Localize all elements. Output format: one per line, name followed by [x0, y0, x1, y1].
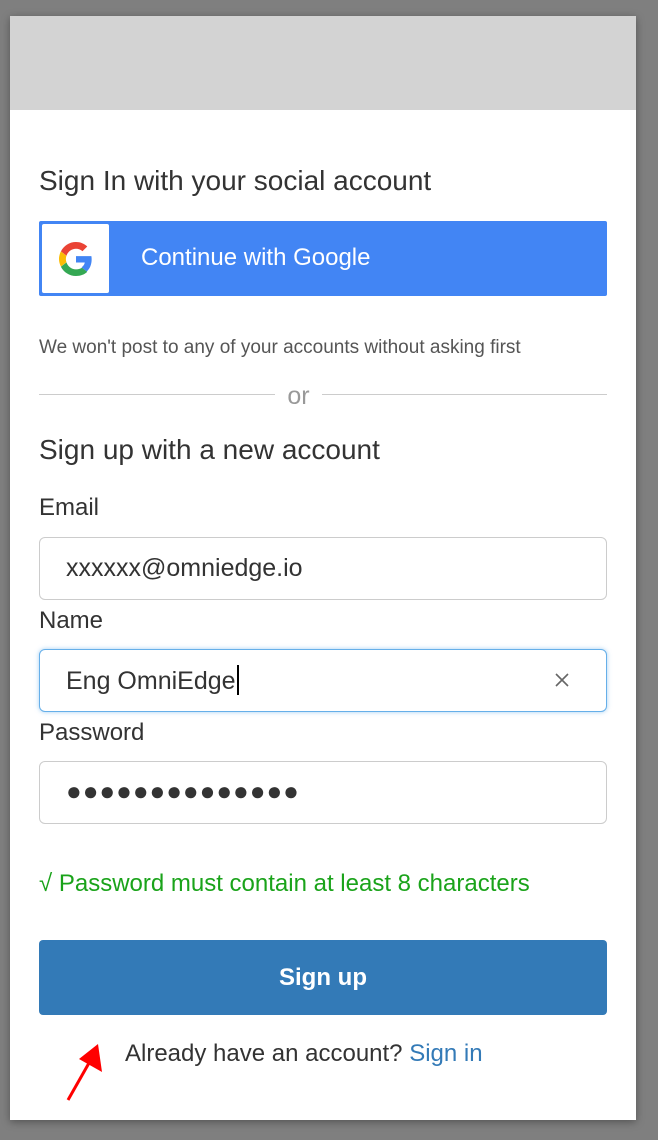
- name-label: Name: [39, 607, 104, 634]
- password-field[interactable]: ●●●●●●●●●●●●●●: [39, 761, 607, 824]
- text-caret: [236, 665, 239, 695]
- google-icon-container: [42, 224, 109, 293]
- divider-line-right: [322, 394, 607, 395]
- name-value: Eng OmniEdge: [66, 667, 236, 695]
- signup-heading: Sign up with a new account: [39, 434, 380, 465]
- card-header-banner: [10, 16, 636, 110]
- continue-with-google-button[interactable]: Continue with Google: [39, 221, 607, 296]
- social-signin-heading: Sign In with your social account: [39, 165, 432, 196]
- password-label: Password: [39, 719, 145, 746]
- divider-or-text: or: [287, 382, 310, 410]
- name-field[interactable]: Eng OmniEdge: [39, 649, 607, 712]
- email-value: xxxxxx@omniedge.io: [66, 554, 303, 582]
- signin-prompt-text: Already have an account?: [125, 1040, 403, 1067]
- privacy-notice: We won't post to any of your accounts wi…: [39, 337, 521, 358]
- signup-card: Sign In with your social account Continu…: [10, 16, 636, 1120]
- google-g-icon: [59, 242, 92, 276]
- email-field[interactable]: xxxxxx@omniedge.io: [39, 537, 607, 600]
- sign-up-button[interactable]: Sign up: [39, 940, 607, 1015]
- red-arrow-annotation-icon: [66, 1044, 102, 1101]
- clear-icon[interactable]: [550, 668, 574, 692]
- password-masked-value: ●●●●●●●●●●●●●●: [66, 776, 300, 806]
- email-label: Email: [39, 494, 100, 521]
- google-button-label: Continue with Google: [141, 244, 371, 271]
- password-rule-message: √ Password must contain at least 8 chara…: [39, 870, 530, 897]
- name-value-wrapper: Eng OmniEdge: [66, 665, 239, 697]
- sign-in-link[interactable]: Sign in: [409, 1040, 482, 1067]
- divider-line-left: [39, 394, 275, 395]
- signin-prompt-row: Already have an account? Sign in: [125, 1039, 483, 1069]
